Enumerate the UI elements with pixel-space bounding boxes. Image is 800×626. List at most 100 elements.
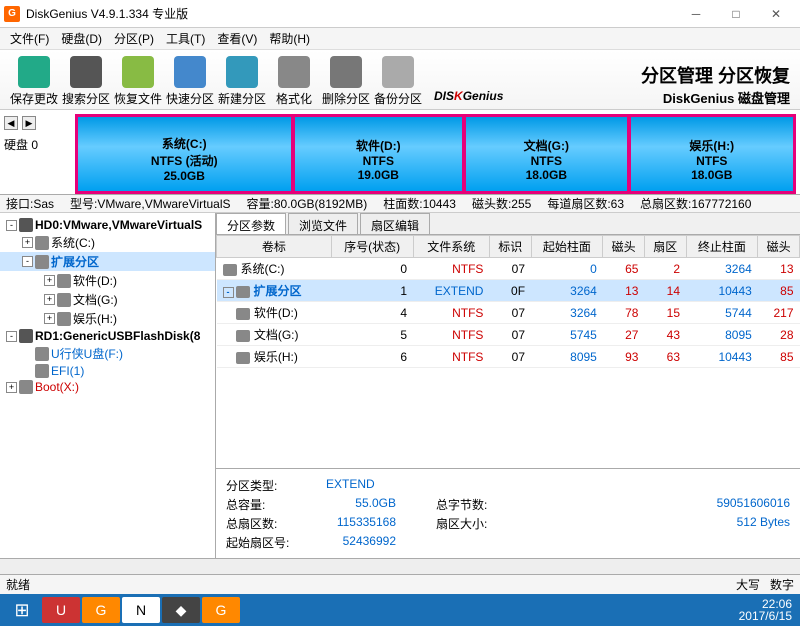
column-header[interactable]: 扇区 — [644, 236, 686, 258]
horizontal-scrollbar[interactable] — [0, 558, 800, 574]
numlock-indicator: 数字 — [770, 576, 794, 593]
taskbar-app-4[interactable]: ◆ — [162, 597, 200, 623]
partition-bar[interactable]: 系统(C:)NTFS (活动)25.0GB软件(D:)NTFS19.0GB文档(… — [75, 114, 796, 194]
detail-cap-label: 总容量: — [226, 496, 326, 513]
partition-block[interactable]: 娱乐(H:)NTFS18.0GB — [629, 117, 793, 191]
partition-table[interactable]: 卷标序号(状态)文件系统标识起始柱面磁头扇区终止柱面磁头系统(C:)0NTFS0… — [216, 235, 800, 468]
partition-block[interactable]: 系统(C:)NTFS (活动)25.0GB — [78, 117, 293, 191]
toolbar-label: 备份分区 — [372, 90, 424, 107]
column-header[interactable]: 磁头 — [758, 236, 800, 258]
tab[interactable]: 分区参数 — [216, 213, 286, 234]
taskbar[interactable]: ⊞ U G N ◆ G 22:06 2017/6/15 — [0, 594, 800, 626]
disk-model: 型号:VMware,VMwareVirtualS — [70, 195, 231, 212]
menu-bar: 文件(F)硬盘(D)分区(P)工具(T)查看(V)帮助(H) — [0, 28, 800, 50]
column-header[interactable]: 终止柱面 — [686, 236, 758, 258]
tree-item[interactable]: +软件(D:) — [0, 271, 215, 290]
maximize-button[interactable]: □ — [716, 0, 756, 28]
detail-type-label: 分区类型: — [226, 477, 326, 494]
expand-icon[interactable]: - — [22, 256, 33, 267]
menu-item[interactable]: 文件(F) — [4, 28, 55, 49]
column-header[interactable]: 磁头 — [603, 236, 645, 258]
drive-icon — [19, 380, 33, 394]
taskbar-app-3[interactable]: N — [122, 597, 160, 623]
disk-label: 硬盘 0 — [4, 136, 71, 153]
table-row[interactable]: -扩展分区1EXTEND0F326413141044385 — [217, 280, 800, 302]
toolbar: 保存更改搜索分区恢复文件快速分区新建分区格式化删除分区备份分区 DISKGeni… — [0, 50, 800, 110]
expand-icon[interactable]: + — [44, 294, 55, 305]
toolbar-icon — [226, 56, 258, 88]
next-disk-button[interactable]: ▶ — [22, 116, 36, 130]
taskbar-app-2[interactable]: G — [82, 597, 120, 623]
detail-type-value: EXTEND — [326, 477, 436, 494]
tree-item[interactable]: -扩展分区 — [0, 252, 215, 271]
capslock-indicator: 大写 — [736, 576, 760, 593]
tree-item[interactable]: EFI(1) — [0, 363, 215, 379]
volume-icon — [236, 352, 250, 364]
column-header[interactable]: 起始柱面 — [531, 236, 603, 258]
tree-item[interactable]: -HD0:VMware,VMwareVirtualS — [0, 217, 215, 233]
table-row[interactable]: 软件(D:)4NTFS07326478155744217 — [217, 302, 800, 324]
drive-icon — [35, 347, 49, 361]
disk-interface: 接口:Sas — [6, 195, 54, 212]
toolbar-button[interactable]: 保存更改 — [8, 56, 60, 107]
tree-item[interactable]: U行侠U盘(F:) — [0, 344, 215, 363]
volume-icon — [236, 286, 250, 298]
tree-item[interactable]: -RD1:GenericUSBFlashDisk(8 — [0, 328, 215, 344]
detail-panel: 分区类型: EXTEND 总容量: 55.0GB 总字节数: 590516060… — [216, 468, 800, 558]
expand-icon[interactable]: - — [6, 220, 17, 231]
start-button[interactable]: ⊞ — [4, 597, 40, 623]
menu-item[interactable]: 查看(V) — [211, 28, 263, 49]
expand-icon[interactable]: + — [6, 382, 17, 393]
menu-item[interactable]: 帮助(H) — [263, 28, 316, 49]
detail-bytes-label: 总字节数: — [436, 496, 536, 513]
taskbar-clock[interactable]: 22:06 2017/6/15 — [739, 598, 796, 622]
toolbar-button[interactable]: 恢复文件 — [112, 56, 164, 107]
drive-icon — [19, 329, 33, 343]
toolbar-icon — [70, 56, 102, 88]
column-header[interactable]: 序号(状态) — [331, 236, 413, 258]
tab[interactable]: 浏览文件 — [288, 213, 358, 234]
table-row[interactable]: 系统(C:)0NTFS070652326413 — [217, 258, 800, 280]
volume-icon — [236, 308, 250, 320]
toolbar-button[interactable]: 快速分区 — [164, 56, 216, 107]
expand-icon[interactable]: + — [22, 237, 33, 248]
tree-item[interactable]: +文档(G:) — [0, 290, 215, 309]
close-button[interactable]: ✕ — [756, 0, 796, 28]
partition-block[interactable]: 软件(D:)NTFS19.0GB — [293, 117, 465, 191]
window-titlebar: G DiskGenius V4.9.1.334 专业版 ─ □ ✕ — [0, 0, 800, 28]
expand-icon[interactable]: + — [44, 275, 55, 286]
taskbar-app-5[interactable]: G — [202, 597, 240, 623]
drive-icon — [35, 255, 49, 269]
column-header[interactable]: 文件系统 — [413, 236, 489, 258]
minimize-button[interactable]: ─ — [676, 0, 716, 28]
taskbar-app-1[interactable]: U — [42, 597, 80, 623]
column-header[interactable]: 卷标 — [217, 236, 332, 258]
expand-icon[interactable]: - — [6, 331, 17, 342]
toolbar-label: 恢复文件 — [112, 90, 164, 107]
device-tree[interactable]: -HD0:VMware,VMwareVirtualS+系统(C:)-扩展分区+软… — [0, 213, 216, 558]
toolbar-button[interactable]: 备份分区 — [372, 56, 424, 107]
expand-icon[interactable]: + — [44, 313, 55, 324]
toolbar-button[interactable]: 新建分区 — [216, 56, 268, 107]
toolbar-icon — [330, 56, 362, 88]
promo-text: 分区管理 分区恢复 DiskGenius 磁盘管理 — [626, 62, 796, 107]
menu-item[interactable]: 工具(T) — [160, 28, 211, 49]
tree-item[interactable]: +系统(C:) — [0, 233, 215, 252]
partition-block[interactable]: 文档(G:)NTFS18.0GB — [464, 117, 628, 191]
toolbar-button[interactable]: 搜索分区 — [60, 56, 112, 107]
clock-date: 2017/6/15 — [739, 610, 792, 622]
tree-item[interactable]: +娱乐(H:) — [0, 309, 215, 328]
toolbar-button[interactable]: 删除分区 — [320, 56, 372, 107]
tree-item[interactable]: +Boot(X:) — [0, 379, 215, 395]
prev-disk-button[interactable]: ◀ — [4, 116, 18, 130]
toolbar-label: 搜索分区 — [60, 90, 112, 107]
toolbar-button[interactable]: 格式化 — [268, 56, 320, 107]
table-row[interactable]: 娱乐(H:)6NTFS07809593631044385 — [217, 346, 800, 368]
drive-icon — [19, 218, 33, 232]
column-header[interactable]: 标识 — [489, 236, 531, 258]
tab[interactable]: 扇区编辑 — [360, 213, 430, 234]
menu-item[interactable]: 分区(P) — [108, 28, 160, 49]
menu-item[interactable]: 硬盘(D) — [55, 28, 108, 49]
volume-icon — [223, 264, 237, 276]
table-row[interactable]: 文档(G:)5NTFS0757452743809528 — [217, 324, 800, 346]
